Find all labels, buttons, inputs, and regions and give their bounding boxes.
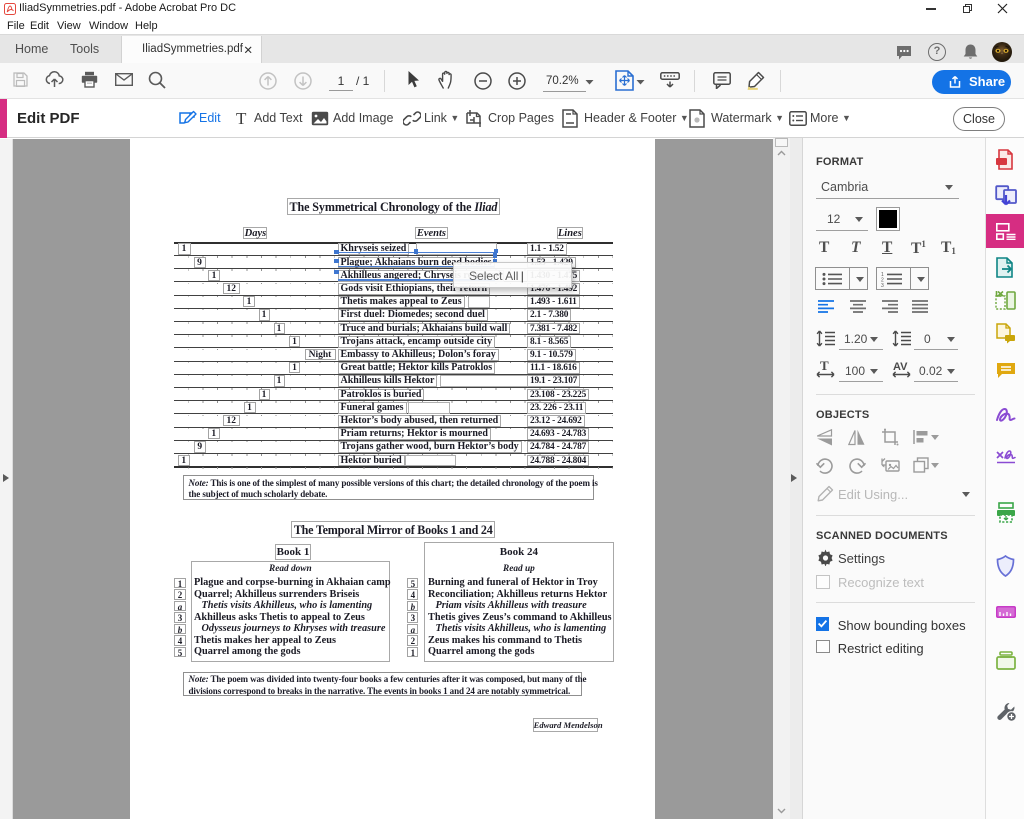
svg-text:AV: AV <box>893 361 908 373</box>
svg-text:T: T <box>820 360 829 373</box>
svg-text:3: 3 <box>881 283 884 287</box>
